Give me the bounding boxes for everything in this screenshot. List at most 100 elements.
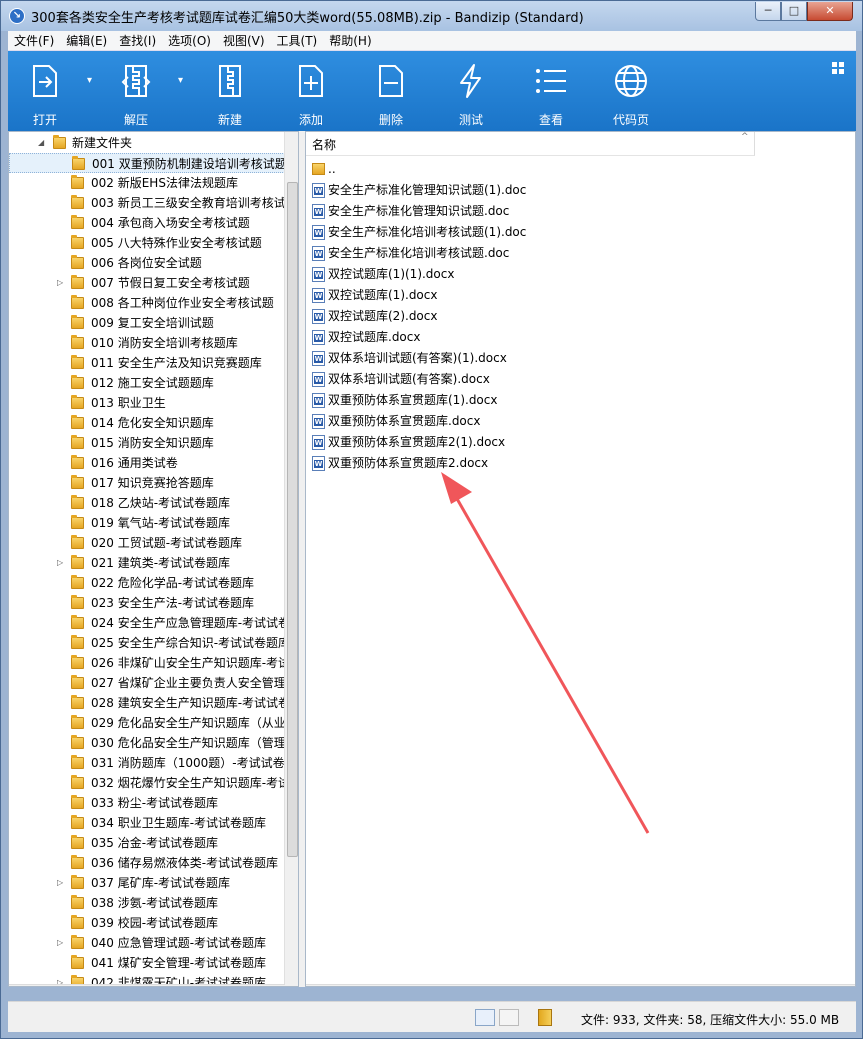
scrollbar-thumb[interactable]: [287, 182, 298, 857]
folder-icon: [71, 755, 84, 769]
add-file-icon: [299, 65, 323, 97]
tree-item[interactable]: 027 省煤矿企业主要负责人安全管理: [9, 673, 289, 693]
tree-item[interactable]: 014 危化安全知识题库: [9, 413, 289, 433]
tree-item[interactable]: 033 粉尘-考试试卷题库: [9, 793, 289, 813]
bandizip-icon[interactable]: ↘: [9, 8, 25, 24]
tree-item[interactable]: 004 承包商入场安全考核试题: [9, 213, 289, 233]
folder-icon: [71, 335, 84, 349]
tree-item[interactable]: 020 工贸试题-考试试卷题库: [9, 533, 289, 553]
extract-dropdown-icon[interactable]: ▾: [178, 75, 188, 86]
file-list[interactable]: 名称 ^ .. 安全生产标准化管理知识试题(1).doc 安全生产标准化管理知识试…: [305, 131, 856, 987]
tree-item[interactable]: 005 八大特殊作业安全考核试题: [9, 233, 289, 253]
menu-tools[interactable]: 工具(T): [271, 31, 324, 51]
tree-item[interactable]: 024 安全生产应急管理题库-考试试卷: [9, 613, 290, 633]
minimize-button[interactable]: ─: [755, 2, 781, 21]
tree-item[interactable]: 010 消防安全培训考核题库: [9, 333, 289, 353]
tree-item[interactable]: ▷ 007 节假日复工安全考核试题: [9, 273, 289, 293]
extract-button[interactable]: 解压: [106, 63, 166, 127]
tree-item[interactable]: 036 储存易燃液体类-考试试卷题库: [9, 853, 289, 873]
title-bar[interactable]: ↘ 300套各类安全生产考核考试题库试卷汇编50大类word(55.08MB).…: [1, 1, 862, 31]
maximize-button[interactable]: □: [781, 2, 807, 21]
tree-item[interactable]: 019 氧气站-考试试卷题库: [9, 513, 289, 533]
tree-root[interactable]: ◢ 新建文件夹: [9, 133, 289, 153]
folder-icon: [71, 275, 84, 289]
thumbnail-view-icon[interactable]: [499, 1009, 519, 1026]
tree-item[interactable]: 012 施工安全试题题库: [9, 373, 289, 393]
view-button[interactable]: 查看: [521, 63, 581, 127]
status-summary: 文件: 933, 文件夹: 58, 压缩文件大小: 55.0 MB: [581, 1013, 840, 1027]
expand-arrow-icon[interactable]: ▷: [57, 873, 67, 893]
menu-help[interactable]: 帮助(H): [323, 31, 377, 51]
tree-item-label: 013 职业卫生: [91, 396, 166, 410]
expand-arrow-icon[interactable]: ▷: [57, 933, 67, 953]
tree-item[interactable]: 011 安全生产法及知识竞赛题库: [9, 353, 289, 373]
layout-grid-icon[interactable]: [832, 62, 844, 74]
tree-item[interactable]: 038 涉氨-考试试卷题库: [9, 893, 289, 913]
open-button[interactable]: 打开: [15, 63, 75, 127]
tree-item[interactable]: 028 建筑安全生产知识题库-考试试卷: [9, 693, 290, 713]
tree-item[interactable]: ▷ 021 建筑类-考试试卷题库: [9, 553, 289, 573]
folder-icon: [71, 555, 84, 569]
tree-item[interactable]: 008 各工种岗位作业安全考核试题: [9, 293, 289, 313]
tree-item[interactable]: 039 校园-考试试卷题库: [9, 913, 289, 933]
tree-item[interactable]: 022 危险化学品-考试试卷题库: [9, 573, 289, 593]
folder-icon: [71, 435, 84, 449]
test-button[interactable]: 测试: [441, 63, 501, 127]
codepage-button[interactable]: 代码页: [601, 63, 661, 127]
archive-info-icon[interactable]: [538, 1009, 552, 1026]
tree-item[interactable]: 017 知识竞赛抢答题库: [9, 473, 289, 493]
menu-options[interactable]: 选项(O): [162, 31, 217, 51]
expand-arrow-icon[interactable]: ▷: [57, 273, 67, 293]
collapse-arrow-icon[interactable]: ◢: [38, 133, 48, 153]
tree-horizontal-scrollbar[interactable]: [9, 984, 285, 986]
view-label: 查看: [538, 113, 563, 127]
tree-item[interactable]: 029 危化品安全生产知识题库（从业: [9, 713, 289, 733]
menu-find[interactable]: 查找(I): [113, 31, 162, 51]
tree-item-label: 007 节假日复工安全考核试题: [91, 276, 250, 290]
file-name: 双重预防体系宣贯题库2.docx: [328, 456, 489, 470]
menu-edit[interactable]: 编辑(E): [60, 31, 113, 51]
tree-item-label: 008 各工种岗位作业安全考核试题: [91, 296, 274, 310]
extract-icon: [121, 65, 151, 97]
word-document-icon: [312, 351, 325, 366]
delete-button[interactable]: 删除: [361, 63, 421, 127]
tree-item[interactable]: 032 烟花爆竹安全生产知识题库-考试: [9, 773, 290, 793]
tree-item[interactable]: 015 消防安全知识题库: [9, 433, 289, 453]
tree-item[interactable]: ▷ 040 应急管理试题-考试试卷题库: [9, 933, 289, 953]
tree-item[interactable]: 041 煤矿安全管理-考试试卷题库: [9, 953, 289, 973]
tree-item[interactable]: 006 各岗位安全试题: [9, 253, 289, 273]
tree-item[interactable]: 030 危化品安全生产知识题库（管理: [9, 733, 289, 753]
column-header-name[interactable]: 名称 ^: [306, 132, 755, 156]
tree-item[interactable]: 031 消防题库（1000题）-考试试卷: [9, 753, 289, 773]
menu-file[interactable]: 文件(F): [8, 31, 60, 51]
tree-item[interactable]: 018 乙炔站-考试试卷题库: [9, 493, 289, 513]
filelist-horizontal-scrollbar[interactable]: [306, 984, 855, 986]
tree-item[interactable]: 034 职业卫生题库-考试试卷题库: [9, 813, 289, 833]
folder-icon: [71, 735, 84, 749]
tree-item[interactable]: 001 双重预防机制建设培训考核试题: [9, 153, 289, 173]
expand-arrow-icon[interactable]: ▷: [57, 553, 67, 573]
tree-item[interactable]: 016 通用类试卷: [9, 453, 289, 473]
tree-item[interactable]: 013 职业卫生: [9, 393, 289, 413]
tree-item[interactable]: 026 非煤矿山安全生产知识题库-考试: [9, 653, 290, 673]
open-dropdown-icon[interactable]: ▾: [87, 75, 97, 86]
tree-item[interactable]: 035 冶金-考试试卷题库: [9, 833, 289, 853]
tree-item[interactable]: 025 安全生产综合知识-考试试卷题库: [9, 633, 290, 653]
folder-icon: [71, 695, 84, 709]
file-name: 安全生产标准化培训考核试题.doc: [328, 246, 510, 260]
new-button[interactable]: 新建: [200, 63, 260, 127]
folder-icon: [312, 163, 325, 175]
add-button[interactable]: 添加: [281, 63, 341, 127]
close-button[interactable]: ✕: [807, 2, 853, 21]
tree-item[interactable]: 023 安全生产法-考试试卷题库: [9, 593, 289, 613]
menu-view[interactable]: 视图(V): [217, 31, 271, 51]
folder-tree[interactable]: ◢ 新建文件夹 001 双重预防机制建设培训考核试题 002 新版EHS法律法规题…: [8, 131, 299, 987]
details-view-icon[interactable]: [475, 1009, 495, 1026]
folder-icon: [71, 935, 84, 949]
tree-item[interactable]: 002 新版EHS法律法规题库: [9, 173, 289, 193]
tree-item[interactable]: ▷ 037 尾矿库-考试试卷题库: [9, 873, 289, 893]
tree-vertical-scrollbar[interactable]: [284, 132, 298, 986]
tree-item-label: 018 乙炔站-考试试卷题库: [91, 496, 231, 510]
tree-item[interactable]: 003 新员工三级安全教育培训考核试: [9, 193, 289, 213]
tree-item[interactable]: 009 复工安全培训试题: [9, 313, 289, 333]
